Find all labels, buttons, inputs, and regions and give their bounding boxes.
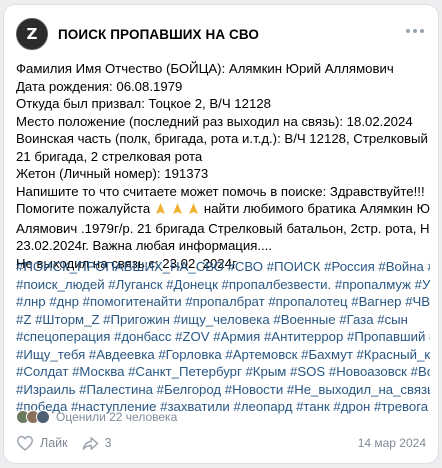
group-avatar-letter: Z	[26, 25, 38, 43]
hashtag-line: #Солдат #Москва #Санкт_Петербург #Крым #…	[16, 363, 430, 381]
hashtag-link[interactable]: #SOS	[290, 364, 325, 379]
hashtag-link[interactable]: #Вагнер	[351, 294, 401, 309]
rated-by[interactable]: Оценили 22 человека	[16, 407, 177, 427]
hashtag-link[interactable]: #пропалбрат	[185, 294, 264, 309]
post-line-text: найти любимого братика Алямкин Юрий	[200, 201, 430, 216]
share-button[interactable]: 3	[82, 436, 112, 451]
post-card: Z ПОИСК ПРОПАВШИХ НА СВО Фамилия Имя Отч…	[3, 4, 439, 464]
hashtag-line: #поиск_людей #Луганск #Донецк #пропалбез…	[16, 276, 430, 294]
hashtag-link[interactable]: #Авдеевка	[89, 347, 155, 362]
hashtag-link[interactable]: #СВО	[228, 259, 263, 274]
post-line: Откуда был призвал: Тоцкое 2, В/Ч 12128	[16, 96, 271, 111]
hashtag-link[interactable]: #тревога	[374, 399, 428, 414]
post-line: Жетон (Личный номер): 191373	[16, 166, 209, 181]
rated-avatars	[16, 410, 50, 424]
hashtag-link[interactable]: #Луганск	[108, 277, 162, 292]
hashtag-link[interactable]: #Артемовск	[225, 347, 297, 362]
hashtag-link[interactable]: #Украина	[415, 277, 430, 292]
hashtag-link[interactable]: #Не_выходил_на_связь	[287, 382, 430, 397]
like-button[interactable]: Лайк	[16, 435, 68, 451]
hashtag-link[interactable]: #Поиск	[429, 329, 430, 344]
hashtag-link[interactable]: #Донецк	[166, 277, 218, 292]
hashtag-line: #лнр #днр #помогитенайти #пропалбрат #пр…	[16, 293, 430, 311]
post-date[interactable]: 14 мар 2024	[358, 436, 426, 450]
hashtag-link[interactable]: #пропалотец	[268, 294, 347, 309]
hashtag-line: #спецоперация #донбасс #ZOV #Армия #Анти…	[16, 328, 430, 346]
post-line: Алямович .1979г/р. 21 бригада Стрелковый…	[16, 220, 430, 236]
praying-hands-emoji-icon	[154, 202, 200, 220]
heart-icon	[16, 435, 34, 451]
hashtag-link[interactable]: #ПОИСК_ПРОПАВШИХ_НА_СВО	[16, 259, 224, 274]
hashtag-link[interactable]: #днр	[49, 294, 79, 309]
post-line: Напишите то что считаете может помочь в …	[16, 183, 430, 201]
like-label: Лайк	[40, 436, 68, 450]
hashtag-link[interactable]: #ZOV	[175, 329, 209, 344]
post-line: Воинская часть (полк, бригада, рота и.т.…	[16, 131, 430, 146]
rated-text: Оценили 22 человека	[56, 410, 178, 424]
hashtag-line: #Z #Шторм_Z #Пригожин #ищу_человека #Вое…	[16, 311, 430, 329]
hashtag-link[interactable]: #Война	[378, 259, 423, 274]
hashtag-link[interactable]: #ищу_человека	[174, 312, 270, 327]
hashtag-link[interactable]: #пропалбезвести.	[222, 277, 332, 292]
hashtag-link[interactable]: #Израиль	[16, 382, 75, 397]
hashtag-link[interactable]: #танк	[296, 399, 330, 414]
post-line: Помогите пожалуйста найти любимого брати…	[16, 200, 430, 220]
hashtag-link[interactable]: #Новоазовск	[329, 364, 407, 379]
hashtag-link[interactable]: #Солдат	[16, 364, 68, 379]
hashtag-link[interactable]: #спецоперация	[16, 329, 110, 344]
hashtag-link[interactable]: #Россия	[324, 259, 375, 274]
hashtag-link[interactable]: #мир	[428, 259, 430, 274]
hashtag-link[interactable]: #лнр	[16, 294, 46, 309]
hashtag-link[interactable]: #сын	[377, 312, 408, 327]
hashtag-link[interactable]: #донбасс	[114, 329, 171, 344]
hashtag-link[interactable]: #дрон	[333, 399, 370, 414]
hashtag-line: #Израиль #Палестина #Белгород #Новости #…	[16, 381, 430, 399]
hashtag-link[interactable]: #ПОИСК	[267, 259, 321, 274]
post-line: 23.02.2024г. Важна любая информация....	[16, 238, 273, 253]
hashtag-link[interactable]: #леопард	[233, 399, 292, 414]
hashtag-link[interactable]: #Москва	[72, 364, 124, 379]
hashtag-link[interactable]: #Крым	[245, 364, 286, 379]
mini-avatar	[36, 410, 50, 424]
group-avatar[interactable]: Z	[16, 18, 48, 50]
hashtag-line: #ПОИСК_ПРОПАВШИХ_НА_СВО #СВО #ПОИСК #Рос…	[16, 258, 430, 276]
hashtag-line: #Ищу_тебя #Авдеевка #Горловка #Артемовск…	[16, 346, 430, 364]
hashtag-block: #ПОИСК_ПРОПАВШИХ_НА_СВО #СВО #ПОИСК #Рос…	[16, 258, 430, 416]
hashtag-link[interactable]: #Санкт_Петербург	[128, 364, 242, 379]
hashtag-link[interactable]: #Ищу_тебя	[16, 347, 85, 362]
post-line-text: Напишите то что считаете может помочь в …	[16, 183, 429, 199]
post-text: Фамилия Имя Отчество (БОЙЦА): Алямкин Юр…	[16, 60, 430, 272]
post-header: Z ПОИСК ПРОПАВШИХ НА СВО	[16, 17, 426, 51]
share-count: 3	[104, 436, 112, 450]
post-line: 21 бригада, 2 стрелковая рота	[16, 148, 203, 164]
hashtag-link[interactable]: #Пропавший	[347, 329, 425, 344]
hashtag-link[interactable]: #Газа	[339, 312, 373, 327]
hashtag-link[interactable]: #Антитеррор	[264, 329, 343, 344]
post-line: Место положение (последний раз выходил н…	[16, 113, 413, 129]
hashtag-link[interactable]: #пропалмуж	[335, 277, 411, 292]
hashtag-link[interactable]: #Шторм_Z	[35, 312, 99, 327]
group-name[interactable]: ПОИСК ПРОПАВШИХ НА СВО	[58, 27, 259, 42]
hashtag-link[interactable]: #Пригожин	[103, 312, 170, 327]
hashtag-link[interactable]: #Бахмут	[301, 347, 353, 362]
hashtag-link[interactable]: #Новости	[225, 382, 283, 397]
share-arrow-icon	[82, 436, 98, 450]
hashtag-link[interactable]: #ЧВКВАГНЕР	[405, 294, 430, 309]
hashtag-link[interactable]: #Военные	[273, 312, 335, 327]
hashtag-link[interactable]: #поиск_людей	[16, 277, 105, 292]
post-actions: Лайк 3 14 мар 2024	[16, 431, 426, 455]
hashtag-link[interactable]: #Красный_крест	[357, 347, 430, 362]
hashtag-link[interactable]: #Волонтер	[411, 364, 430, 379]
hashtag-link[interactable]: #Армия	[213, 329, 260, 344]
hashtag-link[interactable]: #Белгород	[157, 382, 222, 397]
hashtag-link[interactable]: #Z	[16, 312, 31, 327]
hashtag-link[interactable]: #помогитенайти	[83, 294, 182, 309]
post-line: Фамилия Имя Отчество (БОЙЦА): Алямкин Юр…	[16, 61, 394, 76]
post-line-prefix: Помогите пожалуйста	[16, 201, 151, 216]
hashtag-link[interactable]: #Горловка	[158, 347, 221, 362]
more-dots-icon[interactable]	[404, 23, 426, 39]
hashtag-link[interactable]: #Палестина	[79, 382, 153, 397]
post-line: Дата рождения: 06.08.1979	[16, 78, 183, 94]
